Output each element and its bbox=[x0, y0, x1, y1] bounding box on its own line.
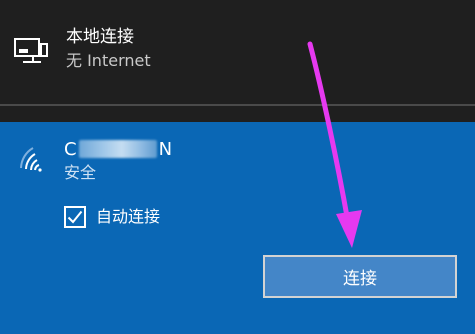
checkmark-icon bbox=[67, 210, 83, 224]
wifi-network-item[interactable]: C N 安全 自动连接 连接 bbox=[0, 122, 475, 334]
wifi-security-status: 安全 bbox=[64, 163, 97, 182]
wired-connection-item[interactable]: 本地连接 无 Internet bbox=[0, 0, 475, 104]
wired-connection-status: 无 Internet bbox=[66, 51, 151, 70]
wifi-ssid-start: C bbox=[64, 138, 77, 160]
auto-connect-label: 自动连接 bbox=[96, 207, 161, 226]
ssid-redaction bbox=[78, 140, 157, 158]
auto-connect-checkbox[interactable] bbox=[64, 206, 86, 228]
divider bbox=[0, 104, 475, 106]
wired-connection-name: 本地连接 bbox=[66, 27, 134, 47]
wifi-ssid: C N bbox=[64, 137, 172, 161]
connect-button[interactable]: 连接 bbox=[263, 255, 457, 298]
network-flyout: 本地连接 无 Internet C N 安全 自动连接 连接 bbox=[0, 0, 475, 334]
wifi-signal-icon bbox=[18, 142, 50, 172]
auto-connect-option[interactable]: 自动连接 bbox=[64, 206, 160, 228]
wired-network-icon bbox=[14, 36, 50, 66]
wifi-ssid-end: N bbox=[158, 138, 173, 160]
